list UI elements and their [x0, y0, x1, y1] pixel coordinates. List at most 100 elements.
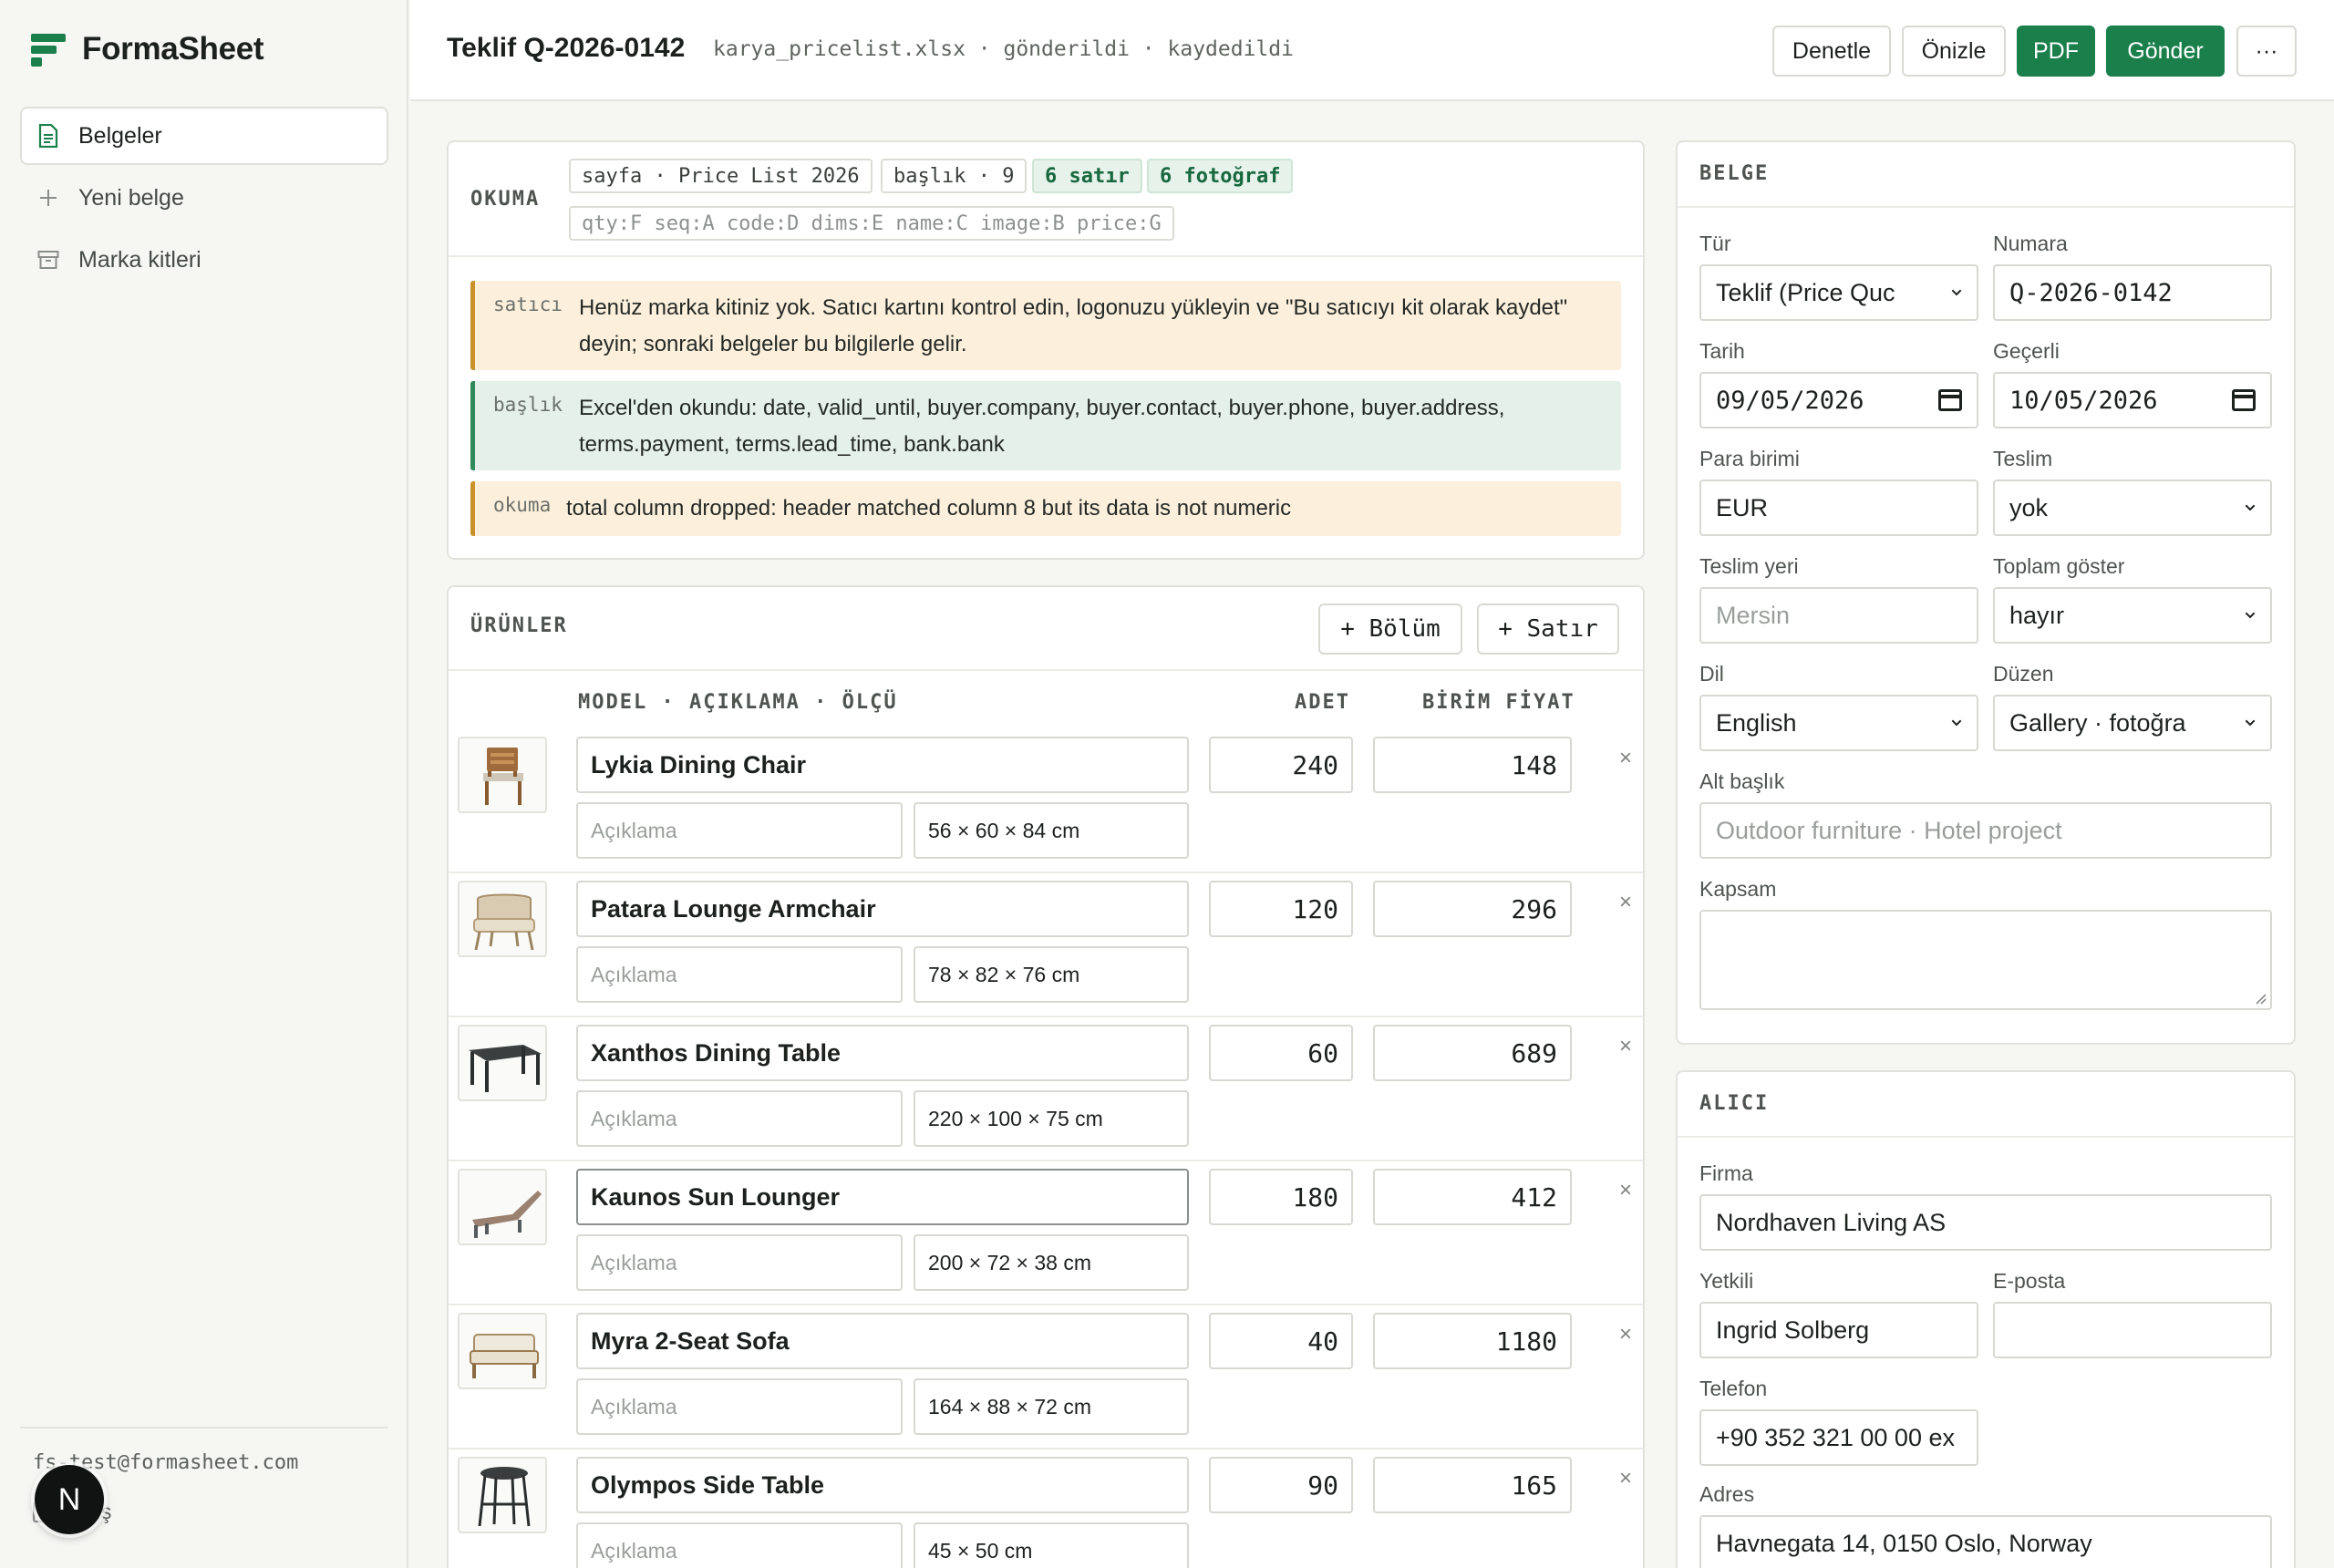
photos-chip: 6 fotoğraf	[1147, 159, 1294, 193]
sofa-thumb[interactable]	[458, 1313, 547, 1389]
contact-field[interactable]: Ingrid Solberg	[1699, 1302, 1978, 1358]
description-field[interactable]: Açıklama	[576, 1378, 903, 1435]
document-card: BELGE Tür Numara Teklif (Price Quc Q-202…	[1676, 140, 2296, 1045]
description-field[interactable]: Açıklama	[576, 1234, 903, 1291]
address-field[interactable]: Havnegata 14, 0150 Oslo, Norway	[1699, 1515, 2272, 1568]
number-field[interactable]: Q-2026-0142	[1993, 264, 2272, 321]
sidebar-divider	[20, 1427, 388, 1429]
column-mapping-chip: qty:F seq:A code:D dims:E name:C image:B…	[569, 206, 1174, 241]
add-row-button[interactable]: + Satır	[1477, 603, 1619, 655]
dims-field[interactable]: 164 × 88 × 72 cm	[914, 1378, 1189, 1435]
product-name-field[interactable]: Kaunos Sun Lounger	[576, 1169, 1189, 1225]
qty-field[interactable]: 120	[1209, 881, 1353, 937]
price-field[interactable]: 689	[1373, 1025, 1572, 1081]
brand[interactable]: FormaSheet	[31, 27, 264, 71]
preview-button[interactable]: Önizle	[1902, 26, 2006, 77]
valid-until-field[interactable]: 10/05/2026	[1993, 372, 2272, 428]
buyer-divider	[1678, 1136, 2294, 1138]
pdf-button[interactable]: PDF	[2017, 26, 2095, 77]
avatar[interactable]: N	[35, 1465, 104, 1534]
sidebar-item-new-document[interactable]: Yeni belge	[20, 169, 388, 227]
remove-row-button[interactable]: ×	[1619, 1034, 1632, 1059]
dims-field[interactable]: 56 × 60 × 84 cm	[914, 802, 1189, 859]
email-field[interactable]	[1993, 1302, 2272, 1358]
column-header-qty: ADET	[1295, 691, 1350, 714]
add-section-button[interactable]: + Bölüm	[1318, 603, 1462, 655]
lounger-thumb[interactable]	[458, 1169, 547, 1245]
contact-label: Yetkili	[1699, 1269, 1754, 1293]
show-total-select[interactable]: hayır	[1993, 587, 2272, 644]
chevron-down-icon	[1951, 289, 1962, 296]
product-name-field[interactable]: Lykia Dining Chair	[576, 737, 1189, 793]
table-thumb[interactable]	[458, 1025, 547, 1101]
delivery-select[interactable]: yok	[1993, 480, 2272, 536]
more-button[interactable]: ···	[2236, 26, 2297, 77]
dims-field[interactable]: 200 × 72 × 38 cm	[914, 1234, 1189, 1291]
buyer-card: ALICI Firma Nordhaven Living AS Yetkili …	[1676, 1070, 2296, 1568]
products-card: ÜRÜNLER + Bölüm + Satır MODEL · AÇIKLAMA…	[447, 585, 1645, 1568]
check-button[interactable]: Denetle	[1772, 26, 1891, 77]
description-field[interactable]: Açıklama	[576, 1522, 903, 1568]
qty-field[interactable]: 180	[1209, 1169, 1353, 1225]
side-table-thumb[interactable]	[458, 1457, 547, 1533]
price-field[interactable]: 165	[1373, 1457, 1572, 1513]
resize-handle-icon[interactable]	[2254, 992, 2267, 1005]
price-field[interactable]: 1180	[1373, 1313, 1572, 1369]
remove-row-button[interactable]: ×	[1619, 890, 1632, 915]
archive-icon	[36, 248, 60, 272]
reading-note: okuma total column dropped: header match…	[470, 481, 1621, 536]
date-field[interactable]: 09/05/2026	[1699, 372, 1978, 428]
reading-divider	[449, 255, 1643, 257]
remove-row-button[interactable]: ×	[1619, 1178, 1632, 1203]
dims-field[interactable]: 45 × 50 cm	[914, 1522, 1189, 1568]
language-value: English	[1716, 708, 1797, 737]
product-name-field[interactable]: Myra 2-Seat Sofa	[576, 1313, 1189, 1369]
qty-field[interactable]: 40	[1209, 1313, 1353, 1369]
price-field[interactable]: 412	[1373, 1169, 1572, 1225]
remove-row-button[interactable]: ×	[1619, 1466, 1632, 1491]
chair-thumb[interactable]	[458, 737, 547, 813]
dims-field[interactable]: 78 × 82 × 76 cm	[914, 946, 1189, 1003]
sidebar-item-brand-kits[interactable]: Marka kitleri	[20, 231, 388, 289]
scope-textarea[interactable]	[1699, 910, 2272, 1010]
calendar-icon[interactable]	[2232, 389, 2256, 411]
send-button[interactable]: Gönder	[2106, 26, 2225, 77]
price-field[interactable]: 296	[1373, 881, 1572, 937]
phone-label: Telefon	[1699, 1377, 1768, 1400]
description-field[interactable]: Açıklama	[576, 802, 903, 859]
armchair-thumb[interactable]	[458, 881, 547, 957]
layout-select[interactable]: Gallery · fotoğra	[1993, 695, 2272, 751]
description-field[interactable]: Açıklama	[576, 1090, 903, 1147]
sidebar-item-documents[interactable]: Belgeler	[20, 107, 388, 165]
currency-label: Para birimi	[1699, 447, 1800, 470]
layout-value: Gallery · fotoğra	[2009, 708, 2186, 737]
sidebar-item-label: Marka kitleri	[78, 246, 201, 273]
qty-field[interactable]: 240	[1209, 737, 1353, 793]
language-label: Dil	[1699, 662, 1724, 686]
price-field[interactable]: 148	[1373, 737, 1572, 793]
company-field[interactable]: Nordhaven Living AS	[1699, 1194, 2272, 1251]
remove-row-button[interactable]: ×	[1619, 746, 1632, 771]
header-note: başlık Excel'den okundu: date, valid_unt…	[470, 381, 1621, 470]
delivery-place-input[interactable]: Mersin	[1699, 587, 1978, 644]
product-name-field[interactable]: Xanthos Dining Table	[576, 1025, 1189, 1081]
sidebar-item-label: Belgeler	[78, 122, 162, 149]
description-field[interactable]: Açıklama	[576, 946, 903, 1003]
document-label: BELGE	[1699, 162, 1770, 185]
type-select[interactable]: Teklif (Price Quc	[1699, 264, 1978, 321]
dims-field[interactable]: 220 × 100 × 75 cm	[914, 1090, 1189, 1147]
qty-field[interactable]: 60	[1209, 1025, 1353, 1081]
currency-field[interactable]: EUR	[1699, 480, 1978, 536]
company-label: Firma	[1699, 1161, 1753, 1185]
language-select[interactable]: English	[1699, 695, 1978, 751]
product-name-field[interactable]: Olympos Side Table	[576, 1457, 1189, 1513]
calendar-icon[interactable]	[1938, 389, 1962, 411]
document-divider	[1678, 206, 2294, 208]
qty-field[interactable]: 90	[1209, 1457, 1353, 1513]
table-row: Myra 2-Seat Sofa Açıklama 164 × 88 × 72 …	[449, 1305, 1643, 1449]
remove-row-button[interactable]: ×	[1619, 1322, 1632, 1347]
subtitle-input[interactable]: Outdoor furniture · Hotel project	[1699, 802, 2272, 859]
reading-card: OKUMA sayfa · Price List 2026 başlık · 9…	[447, 140, 1645, 560]
phone-field[interactable]: +90 352 321 00 00 ex	[1699, 1409, 1978, 1466]
product-name-field[interactable]: Patara Lounge Armchair	[576, 881, 1189, 937]
